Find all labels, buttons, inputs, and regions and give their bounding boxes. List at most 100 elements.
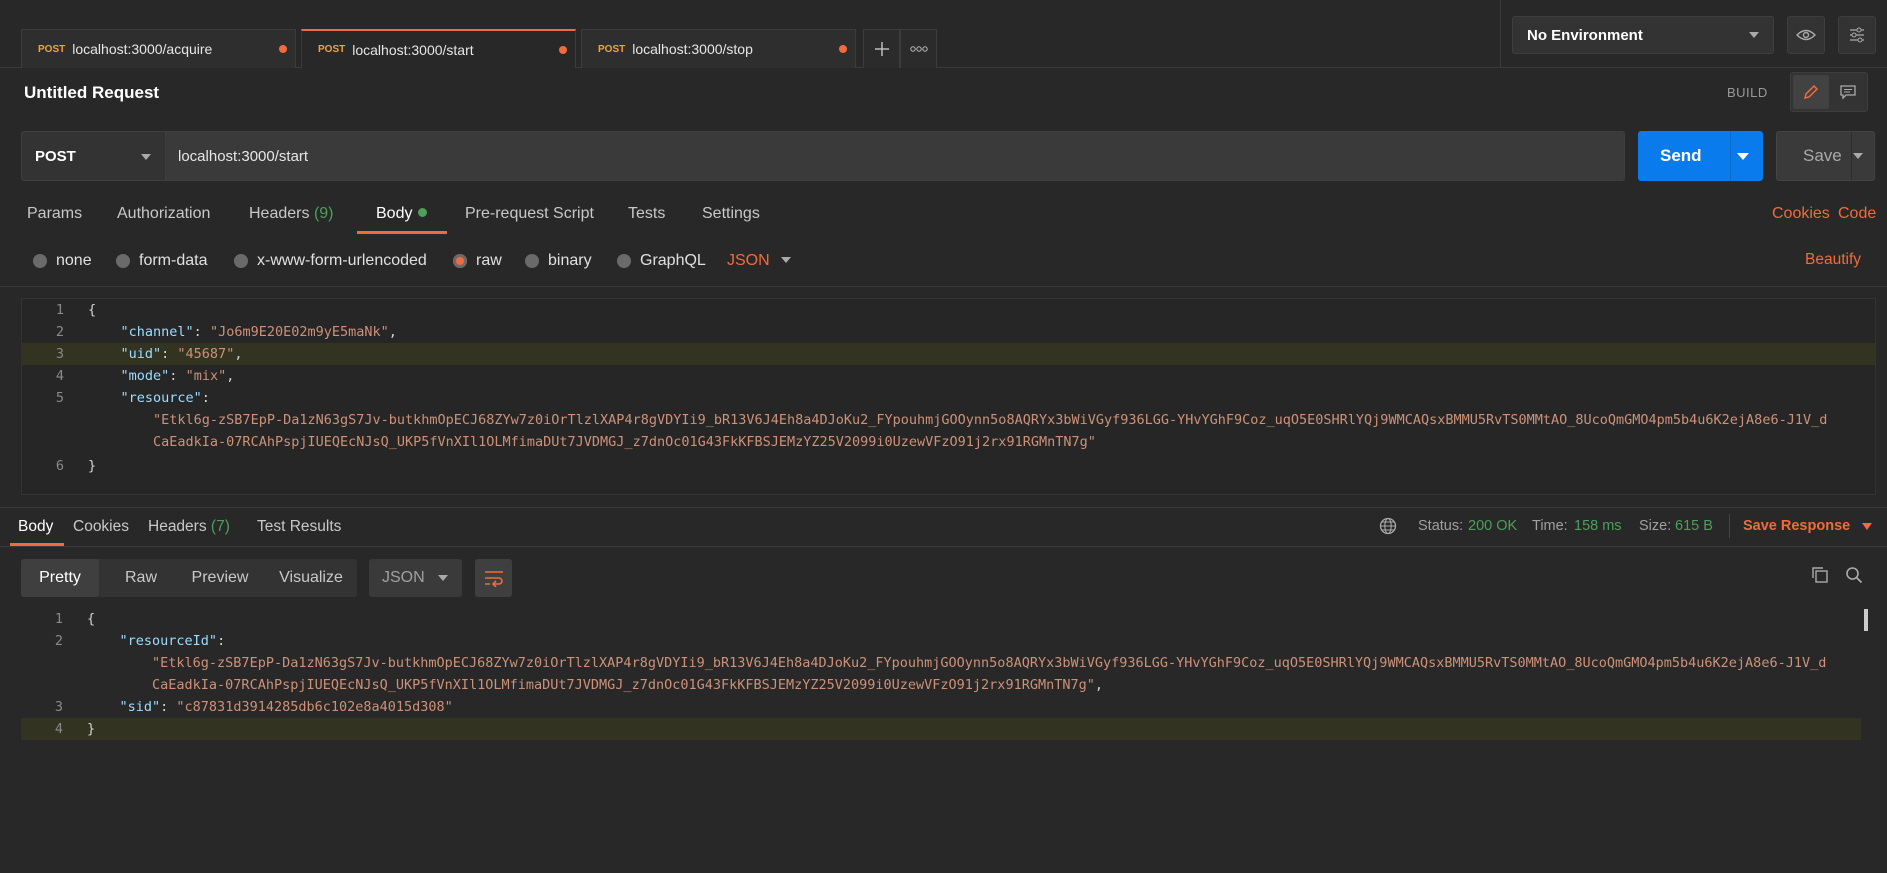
tab-method: POST — [38, 43, 66, 55]
view-pretty[interactable]: Pretty — [21, 559, 99, 597]
sliders-icon — [1850, 27, 1864, 43]
copy-icon[interactable] — [1811, 566, 1829, 584]
headers-count: (7) — [210, 518, 230, 535]
more-icon — [909, 46, 928, 52]
chevron-down-icon[interactable] — [1862, 523, 1872, 530]
request-body-editor[interactable]: 1{ 2 "channel": "Jo6m9E20E02m9yE5maNk", … — [21, 298, 1876, 495]
headers-count: (9) — [313, 205, 334, 222]
radio-label: raw — [476, 252, 502, 269]
active-tab-indicator — [357, 231, 447, 234]
json-key: "channel" — [120, 324, 194, 340]
code-text: { — [88, 302, 97, 318]
comment-icon — [1840, 85, 1856, 100]
tab-url: localhost:3000/start — [352, 41, 474, 58]
comments-button[interactable] — [1830, 75, 1866, 109]
json-key: "uid" — [120, 346, 162, 362]
tab-body[interactable]: Body — [376, 205, 428, 223]
has-content-dot-icon — [418, 208, 428, 217]
raw-type-select[interactable]: JSON — [727, 252, 791, 270]
save-options-chevron-icon[interactable] — [1853, 153, 1863, 159]
tab-headers[interactable]: Headers (9) — [249, 205, 334, 223]
scrollbar-marker[interactable] — [1864, 609, 1868, 631]
divider — [1730, 131, 1731, 181]
view-raw[interactable]: Raw — [113, 559, 169, 597]
mode-toggle — [1790, 72, 1868, 112]
code-text: } — [88, 458, 97, 474]
radio-circle — [116, 254, 130, 268]
environment-select[interactable]: No Environment — [1512, 16, 1774, 54]
size-label: Size: — [1639, 518, 1672, 534]
json-key: "mode" — [120, 368, 170, 384]
code-line-wrapped: CaEadkIa-07RCAhPspjIUEQEcNJsQ_UKP5fVnXIl… — [152, 677, 1103, 693]
tab-acquire[interactable]: POST localhost:3000/acquire — [21, 29, 296, 68]
json-string: "c87831d3914285db6c102e8a4015d308" — [176, 699, 453, 715]
code-text: } — [87, 721, 96, 737]
pencil-icon — [1803, 84, 1819, 100]
code-line: 2 "resourceId": — [54, 633, 226, 649]
tab-url: localhost:3000/stop — [632, 41, 753, 57]
cookies-link[interactable]: Cookies — [1772, 205, 1830, 223]
response-tab-body[interactable]: Body — [18, 518, 53, 536]
time-value[interactable]: 158 ms — [1574, 518, 1622, 534]
size-value[interactable]: 615 B — [1675, 518, 1713, 534]
radio-form-data[interactable]: form-data — [116, 252, 207, 270]
request-name[interactable]: Untitled Request — [24, 83, 159, 103]
url-input[interactable]: localhost:3000/start — [165, 131, 1625, 181]
json-string: "Jo6m9E20E02m9yE5maNk" — [209, 324, 389, 340]
wrap-lines-button[interactable] — [475, 559, 512, 597]
status-value[interactable]: 200 OK — [1468, 518, 1517, 534]
eye-icon — [1796, 29, 1816, 41]
unsaved-dot-icon — [279, 45, 287, 53]
tab-prerequest-script[interactable]: Pre-request Script — [465, 205, 594, 223]
build-mode-button[interactable] — [1793, 75, 1829, 109]
code-link[interactable]: Code — [1838, 205, 1876, 223]
chevron-down-icon — [1749, 32, 1759, 38]
radio-circle — [617, 254, 631, 268]
manage-environments-button[interactable] — [1838, 16, 1876, 54]
radio-urlencoded[interactable]: x-www-form-urlencoded — [234, 252, 427, 270]
json-string: "Etkl6g-zSB7EpP-Da1zN63gS7Jv-butkhmOpECJ… — [153, 412, 1828, 428]
code-line-current: 3 "uid": "45687", — [22, 343, 1875, 365]
view-visualize[interactable]: Visualize — [269, 559, 353, 597]
environment-quick-look-button[interactable] — [1787, 16, 1825, 54]
response-tab-headers[interactable]: Headers (7) — [148, 518, 230, 536]
unsaved-dot-icon — [559, 45, 567, 54]
response-tab-test-results[interactable]: Test Results — [257, 518, 341, 536]
send-options-chevron-icon[interactable] — [1737, 153, 1749, 160]
method-select[interactable]: POST — [21, 131, 165, 181]
code-line: 3 "sid": "c87831d3914285db6c102e8a4015d3… — [54, 699, 453, 715]
response-format-select[interactable]: JSON — [369, 559, 462, 597]
wrap-icon — [484, 571, 503, 587]
code-line-wrapped: "Etkl6g-zSB7EpP-Da1zN63gS7Jv-butkhmOpECJ… — [21, 652, 1876, 674]
response-body-viewer[interactable]: 1{ 2 "resourceId": "Etkl6g-zSB7EpP-Da1zN… — [21, 608, 1876, 873]
divider — [1851, 132, 1852, 180]
tab-stop[interactable]: POST localhost:3000/stop — [581, 29, 856, 68]
tab-params[interactable]: Params — [27, 205, 82, 223]
search-icon[interactable] — [1845, 566, 1863, 584]
radio-graphql[interactable]: GraphQL — [617, 252, 706, 270]
radio-none[interactable]: none — [33, 252, 92, 270]
tab-authorization[interactable]: Authorization — [117, 205, 210, 223]
view-preview[interactable]: Preview — [178, 559, 262, 597]
beautify-link[interactable]: Beautify — [1805, 251, 1861, 269]
globe-icon[interactable] — [1379, 517, 1397, 535]
unsaved-dot-icon — [839, 45, 847, 53]
new-tab-button[interactable] — [863, 29, 900, 68]
radio-circle — [525, 254, 539, 268]
radio-binary[interactable]: binary — [525, 252, 592, 270]
url-value: localhost:3000/start — [178, 147, 309, 165]
radio-label: form-data — [139, 252, 208, 269]
radio-circle-selected — [453, 254, 467, 268]
radio-raw[interactable]: raw — [453, 252, 502, 270]
chevron-down-icon — [141, 154, 151, 160]
tab-body-label: Body — [376, 205, 413, 222]
response-tab-cookies[interactable]: Cookies — [73, 518, 129, 536]
tab-options-button[interactable] — [900, 29, 937, 68]
radio-label: none — [56, 252, 92, 269]
tab-tests[interactable]: Tests — [628, 205, 665, 223]
save-response-button[interactable]: Save Response — [1743, 518, 1850, 534]
tab-settings[interactable]: Settings — [702, 205, 760, 223]
save-button[interactable]: Save — [1776, 131, 1875, 181]
send-button[interactable]: Send — [1638, 131, 1763, 181]
tab-start[interactable]: POST localhost:3000/start — [301, 29, 576, 68]
